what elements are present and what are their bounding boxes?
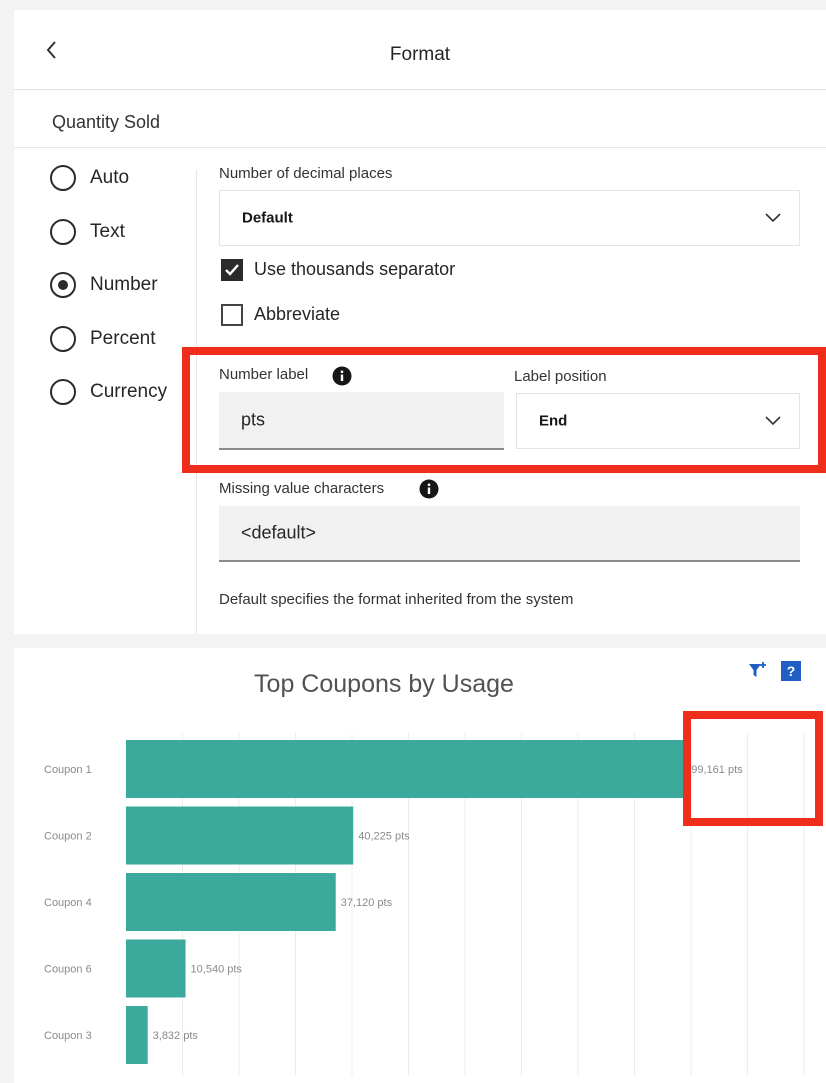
category-label: Coupon 3	[44, 1030, 92, 1042]
section-title: Quantity Sold	[52, 112, 161, 132]
number-label-label: Number label	[219, 366, 309, 383]
radio-label-percent: Percent	[90, 328, 156, 349]
radio-percent[interactable]: Percent	[50, 324, 155, 354]
value-label: 10,540 pts	[191, 964, 243, 976]
bar[interactable]	[126, 873, 336, 931]
help-text: Default specifies the format inherited f…	[219, 591, 574, 608]
label-position-label: Label position	[514, 368, 607, 385]
section-heading: Quantity Sold	[14, 90, 826, 148]
radio-circle[interactable]	[50, 379, 76, 405]
format-title: Format	[389, 44, 451, 65]
abbreviate-label: Abbreviate	[254, 304, 341, 324]
missing-value-value: <default>	[241, 522, 317, 543]
radio-label-auto: Auto	[90, 167, 130, 188]
bar[interactable]	[126, 740, 687, 798]
radio-circle[interactable]	[50, 219, 76, 245]
checkmark-icon	[225, 264, 239, 276]
decimal-places-select[interactable]: Default	[219, 190, 800, 246]
format-panel: Format Quantity Sold Auto Text Number Pe…	[14, 10, 826, 634]
info-icon[interactable]	[419, 479, 439, 499]
radio-label-number: Number	[90, 274, 158, 295]
decimal-places-label: Number of decimal places	[219, 165, 393, 182]
format-header: Format	[14, 10, 826, 90]
value-label: 3,832 pts	[153, 1030, 199, 1042]
value-label: 37,120 pts	[341, 897, 393, 909]
abbreviate-checkbox[interactable]	[221, 304, 243, 326]
category-label: Coupon 2	[44, 831, 92, 843]
value-label: 99,161 pts	[691, 764, 743, 776]
value-label: 40,225 pts	[358, 831, 410, 843]
decimal-places-value: Default	[242, 209, 293, 227]
radio-label-currency: Currency	[90, 381, 168, 402]
radio-circle[interactable]	[50, 165, 76, 191]
number-label-value: pts	[241, 409, 266, 430]
radio-number[interactable]: Number	[50, 270, 158, 300]
radio-label-text: Text	[90, 221, 125, 242]
thousands-separator-label: Use thousands separator	[254, 259, 456, 279]
bar[interactable]	[126, 1006, 148, 1064]
label-position-value: End	[539, 412, 568, 430]
radio-text[interactable]: Text	[50, 217, 125, 247]
category-label: Coupon 1	[44, 764, 92, 776]
column-divider	[196, 170, 197, 634]
bar-chart: Coupon 1 99,161 pts Coupon 2 40,225 pts Coup…	[44, 733, 805, 1076]
missing-value-input[interactable]: <default>	[219, 506, 800, 562]
bar[interactable]	[126, 806, 354, 865]
info-icon[interactable]	[332, 366, 352, 386]
label-position-select[interactable]: End	[516, 393, 800, 449]
radio-auto[interactable]: Auto	[50, 163, 129, 193]
radio-circle[interactable]	[50, 326, 76, 352]
radio-circle-selected[interactable]	[50, 272, 76, 298]
missing-value-label: Missing value characters	[219, 480, 385, 497]
chevron-down-icon	[765, 213, 781, 223]
category-label: Coupon 6	[44, 964, 92, 976]
number-label-input[interactable]: pts	[219, 392, 504, 450]
chart-panel: Top Coupons by Usage ? Coupon 1 99,161 pt…	[14, 648, 826, 1083]
category-label: Coupon 4	[44, 897, 92, 909]
radio-currency[interactable]: Currency	[50, 377, 167, 407]
thousands-separator-checkbox[interactable]	[221, 259, 243, 281]
bar[interactable]	[126, 939, 186, 998]
chevron-down-icon	[765, 416, 781, 426]
